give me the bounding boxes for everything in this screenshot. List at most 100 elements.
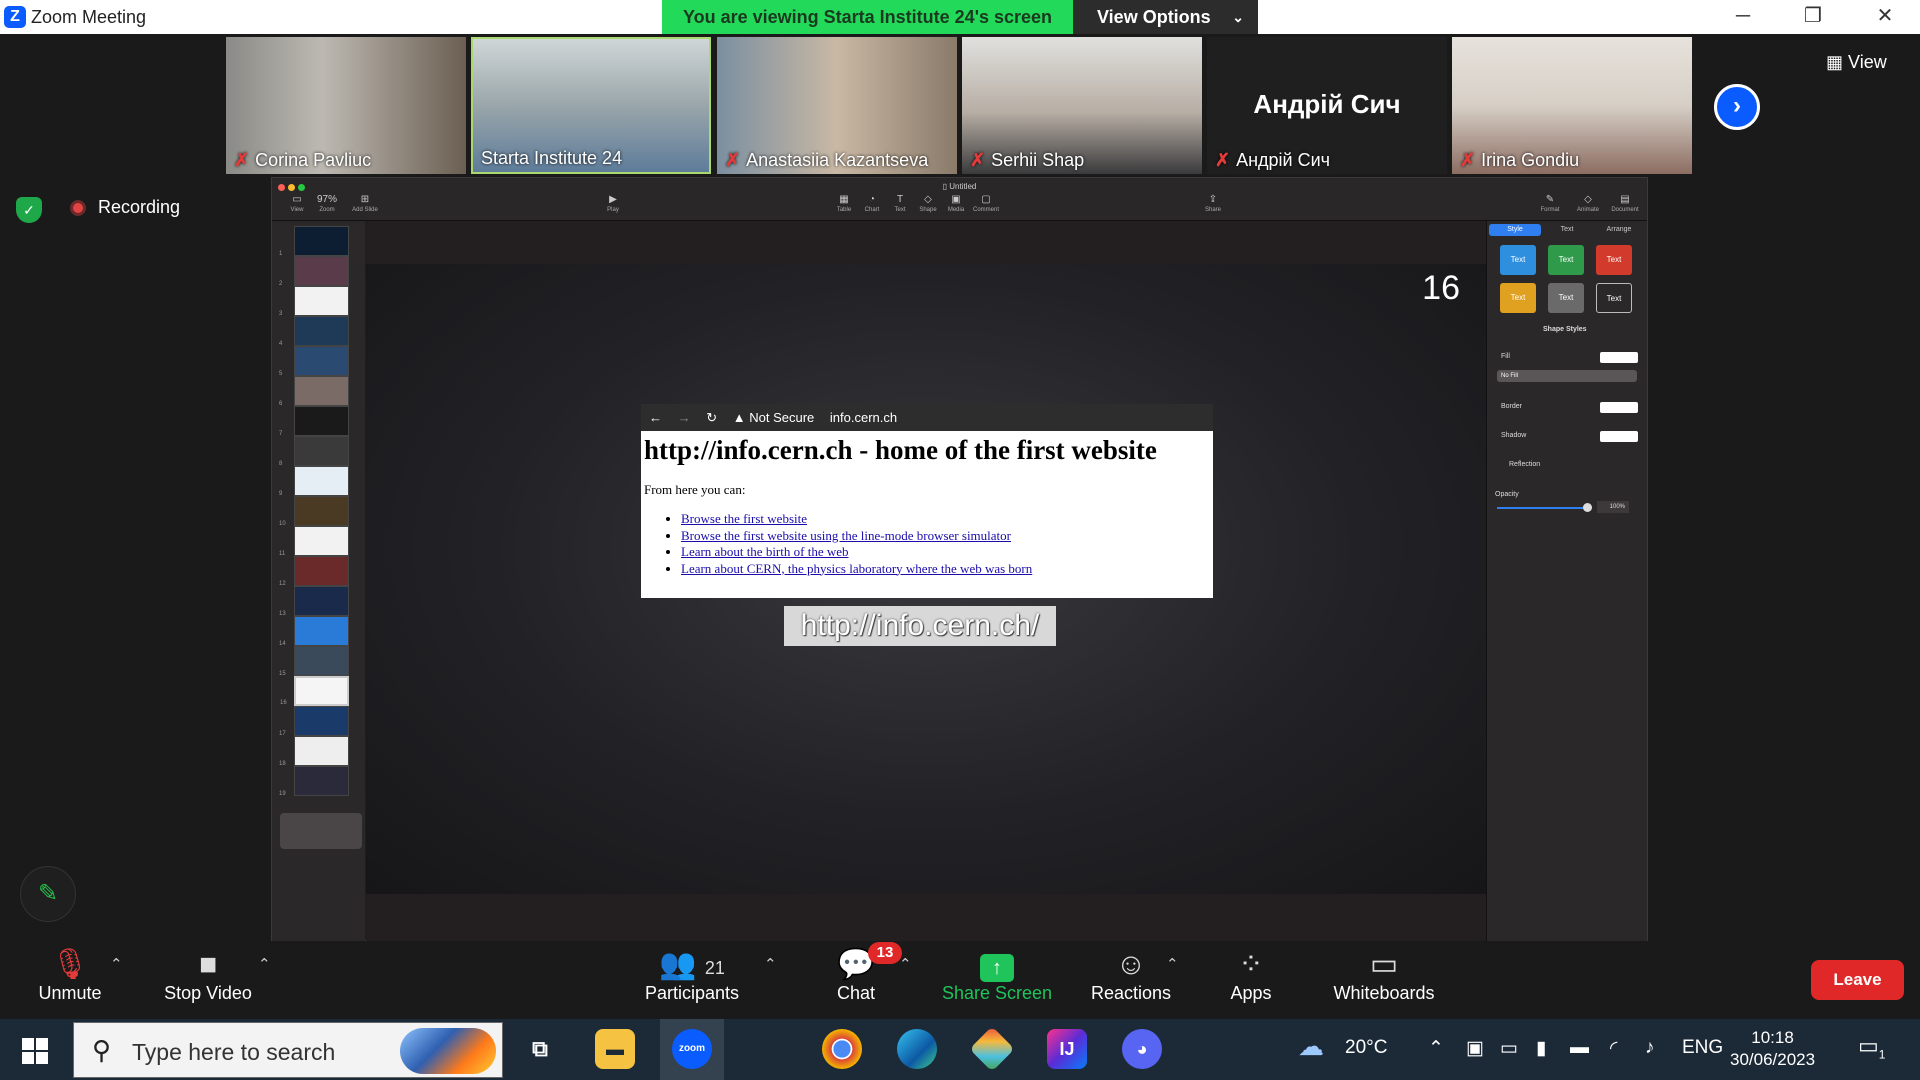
gallery-next-button[interactable]: › bbox=[1714, 84, 1760, 130]
toolbar-play[interactable]: ▶ Play bbox=[598, 194, 628, 213]
participants-button[interactable]: 👥 21 Participants bbox=[638, 941, 746, 1004]
annotate-pen-button[interactable]: ✎ bbox=[20, 866, 76, 922]
chrome-icon[interactable] bbox=[822, 1029, 862, 1069]
participant-tile[interactable]: ✗ Anastasiia Kazantseva bbox=[717, 37, 957, 174]
leave-button[interactable]: Leave bbox=[1811, 960, 1904, 1000]
wifi-icon[interactable]: ◜ bbox=[1610, 1037, 1617, 1060]
whiteboard-icon: ▭ bbox=[1369, 948, 1399, 981]
slide-thumbnail[interactable]: 1 bbox=[279, 226, 349, 257]
forward-arrow-icon: → bbox=[677, 410, 691, 425]
web-page-link-list: Browse the first website Browse the firs… bbox=[644, 511, 1210, 577]
toolbar-chart[interactable]: ◔ Chart bbox=[857, 194, 887, 213]
slide-thumbnail[interactable]: 13 bbox=[279, 586, 349, 617]
encryption-shield-icon[interactable]: ✓ bbox=[16, 197, 42, 223]
slide-thumbnail[interactable]: 8 bbox=[279, 436, 349, 467]
participant-name: ✗ Serhii Shap bbox=[970, 150, 1085, 170]
slide-thumbnail[interactable]: 7 bbox=[279, 406, 349, 437]
slide: 16 ← → ↻ ▲ Not Secure info.cern.ch http:… bbox=[366, 264, 1486, 894]
audio-options-caret[interactable]: ⌃ bbox=[110, 955, 123, 973]
toolbar-add-slide[interactable]: ⊞ Add Slide bbox=[350, 194, 380, 213]
slide-thumbnail[interactable]: 4 bbox=[279, 316, 349, 347]
reflection-label: Reflection bbox=[1509, 461, 1541, 468]
close-button[interactable]: ✕ bbox=[1857, 0, 1913, 34]
restore-button[interactable]: ❐ bbox=[1785, 0, 1841, 34]
search-highlight-image bbox=[400, 1028, 496, 1074]
participant-tile[interactable]: Андрій Сич ✗ Андрій Сич bbox=[1207, 37, 1447, 174]
view-button[interactable]: ▦ View bbox=[1826, 52, 1887, 73]
app-diamond-icon[interactable] bbox=[969, 1026, 1015, 1072]
unmute-button[interactable]: 🎙 Unmute bbox=[28, 941, 112, 1004]
slide-thumbnail[interactable]: 19 bbox=[279, 766, 349, 797]
task-view-icon[interactable]: ⧉ bbox=[520, 1029, 560, 1069]
volume-icon[interactable]: ♪ bbox=[1645, 1037, 1655, 1059]
search-placeholder: Type here to search bbox=[132, 1039, 336, 1065]
slide-thumbnail[interactable]: 2 bbox=[279, 256, 349, 287]
participant-tile[interactable]: ✗ Irina Gondiu bbox=[1452, 37, 1692, 174]
participant-tile[interactable]: ✗ Serhii Shap bbox=[962, 37, 1202, 174]
toolbar-animate[interactable]: ◇ Animate bbox=[1573, 194, 1603, 213]
microphone-icon[interactable]: ▮ bbox=[1536, 1037, 1546, 1060]
slide-thumbnail[interactable]: 14 bbox=[279, 616, 349, 647]
slide-thumbnail[interactable]: 3 bbox=[279, 286, 349, 317]
apps-button[interactable]: ⁘ Apps bbox=[1222, 941, 1280, 1004]
reactions-button[interactable]: ☺ Reactions bbox=[1089, 941, 1173, 1004]
slide-thumbnail[interactable]: 6 bbox=[279, 376, 349, 407]
slide-thumbnail-number: 3 bbox=[279, 311, 283, 317]
intellij-icon[interactable]: IJ bbox=[1047, 1029, 1087, 1069]
search-icon: ⚲ bbox=[92, 1035, 112, 1065]
toolbar-format[interactable]: ✎ Format bbox=[1535, 194, 1565, 213]
minimize-button[interactable]: ─ bbox=[1715, 0, 1771, 34]
participant-tile-active-speaker[interactable]: Starta Institute 24 bbox=[471, 37, 711, 174]
taskbar-search-box[interactable]: ⚲ Type here to search bbox=[73, 1022, 503, 1078]
slide-thumbnail[interactable]: 12 bbox=[279, 556, 349, 587]
notifications-icon[interactable]: ▭1 bbox=[1858, 1033, 1885, 1061]
text-icon: T bbox=[896, 194, 904, 205]
toolbar-shape[interactable]: ◇ Shape bbox=[913, 194, 943, 213]
view-options-button[interactable]: View Options ⌄ bbox=[1073, 0, 1258, 34]
taskbar-clock[interactable]: 10:18 30/06/2023 bbox=[1730, 1027, 1815, 1071]
slide-thumbnail[interactable]: 18 bbox=[279, 736, 349, 767]
slide-thumbnail[interactable]: 11 bbox=[279, 526, 349, 557]
slide-thumbnail[interactable]: 17 bbox=[279, 706, 349, 737]
participant-display-name: Андрій Сич bbox=[1253, 89, 1401, 119]
windows-start-icon[interactable] bbox=[22, 1038, 48, 1064]
shadow-label: Shadow bbox=[1501, 432, 1527, 439]
whiteboards-button[interactable]: ▭ Whiteboards bbox=[1328, 941, 1440, 1004]
file-explorer-icon[interactable]: ▬ bbox=[595, 1029, 635, 1069]
fill-select: No Fill bbox=[1497, 370, 1637, 382]
slide-thumbnail[interactable]: 5 bbox=[279, 346, 349, 377]
slide-thumbnail[interactable]: 16 bbox=[280, 676, 349, 706]
toolbar-text[interactable]: T Text bbox=[885, 194, 915, 213]
zoom-app-icon[interactable]: zoom bbox=[672, 1029, 712, 1069]
title-bar: Z Zoom Meeting You are viewing Starta In… bbox=[0, 0, 1920, 34]
toolbar-share[interactable]: ⇪ Share bbox=[1198, 194, 1228, 213]
clock-time: 10:18 bbox=[1751, 1028, 1794, 1047]
meet-now-icon[interactable]: ▣ bbox=[1466, 1037, 1484, 1060]
slide-thumbnail[interactable]: 15 bbox=[279, 646, 349, 677]
weather-temp[interactable]: 20°C bbox=[1345, 1037, 1387, 1059]
toolbar-document[interactable]: ▤ Document bbox=[1610, 194, 1640, 213]
video-options-caret[interactable]: ⌃ bbox=[258, 955, 271, 973]
toolbar-zoom[interactable]: 97% Zoom bbox=[312, 194, 342, 213]
weather-cloud-icon[interactable]: ☁ bbox=[1298, 1031, 1324, 1062]
stop-video-button[interactable]: ■ Stop Video bbox=[156, 941, 260, 1004]
toolbar-table[interactable]: ▦ Table bbox=[829, 194, 859, 213]
participants-options-caret[interactable]: ⌃ bbox=[764, 955, 777, 973]
back-arrow-icon: ← bbox=[649, 410, 662, 425]
tray-overflow-icon[interactable]: ⌃ bbox=[1428, 1037, 1444, 1060]
shape-style-swatch: Text bbox=[1500, 283, 1536, 313]
reactions-options-caret[interactable]: ⌃ bbox=[1166, 955, 1179, 973]
toolbar-view[interactable]: ▭ View bbox=[282, 194, 312, 213]
battery-icon[interactable]: ▬ bbox=[1570, 1037, 1589, 1059]
slide-thumbnail[interactable]: 10 bbox=[279, 496, 349, 527]
edge-icon[interactable] bbox=[897, 1029, 937, 1069]
slide-thumbnail[interactable]: 9 bbox=[279, 466, 349, 497]
toolbar-media[interactable]: ▣ Media bbox=[941, 194, 971, 213]
discord-icon[interactable]: ◕ bbox=[1122, 1029, 1162, 1069]
participant-tile[interactable]: ✗ Corina Pavliuc bbox=[226, 37, 466, 174]
display-icon[interactable]: ▭ bbox=[1500, 1037, 1518, 1060]
participant-name: ✗ Андрій Сич bbox=[1215, 150, 1331, 170]
share-screen-button[interactable]: ↑ Share Screen bbox=[940, 941, 1054, 1004]
toolbar-comment[interactable]: ▢ Comment bbox=[971, 194, 1001, 213]
language-indicator[interactable]: ENG bbox=[1682, 1037, 1723, 1059]
